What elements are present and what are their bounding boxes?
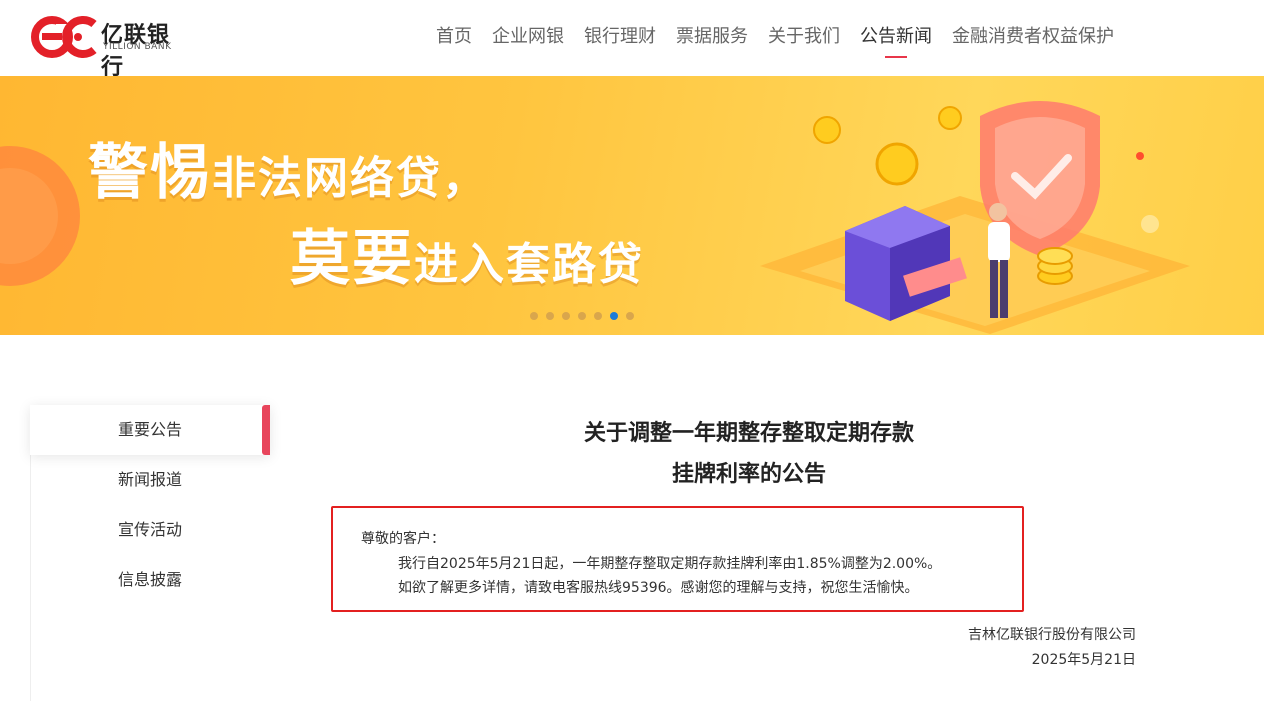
nav-about-us[interactable]: 关于我们 <box>768 0 840 76</box>
banner-line1-big: 警惕 <box>88 138 212 208</box>
carousel-dot[interactable] <box>594 312 602 320</box>
notice-greeting: 尊敬的客户： <box>361 531 445 547</box>
sidebar-item-promotions[interactable]: 宣传活动 <box>30 505 270 555</box>
article-title-line2: 挂牌利率的公告 <box>671 462 826 487</box>
signature-date: 2025年5月21日 <box>1031 652 1136 668</box>
bank-logo[interactable]: 亿联银行 YILLION BANK <box>30 14 190 80</box>
carousel-dot[interactable] <box>578 312 586 320</box>
sidebar-menu: 重要公告 新闻报道 宣传活动 信息披露 <box>30 405 270 605</box>
carousel-dot[interactable] <box>562 312 570 320</box>
banner-line1-small: 非法网络贷， <box>212 153 488 204</box>
logo-mark-icon <box>31 16 97 58</box>
nav-consumer-protection[interactable]: 金融消费者权益保护 <box>952 0 1114 76</box>
carousel-dots <box>530 312 642 320</box>
notice-paragraph-rate-change: 我行自2025年5月21日起，一年期整存整取定期存款挂牌利率由1.85%调整为2… <box>398 556 942 572</box>
site-header: 亿联银行 YILLION BANK 首页 企业网银 银行理财 票据服务 关于我们… <box>0 0 1264 80</box>
notice-paragraph-contact: 如欲了解更多详情，请致电客服热线95396。感谢您的理解与支持，祝您生活愉快。 <box>398 580 919 596</box>
banner-line2-small: 进入套路贷 <box>414 239 644 290</box>
nav-bill-services[interactable]: 票据服务 <box>676 0 748 76</box>
coin-icon <box>875 142 919 186</box>
nav-wealth-management[interactable]: 银行理财 <box>584 0 656 76</box>
main-nav: 首页 企业网银 银行理财 票据服务 关于我们 公告新闻 金融消费者权益保护 <box>436 0 1134 76</box>
article-title-line1: 关于调整一年期整存整取定期存款 <box>583 421 914 446</box>
carousel-dot[interactable] <box>626 312 634 320</box>
carousel-dot[interactable] <box>530 312 538 320</box>
highlighted-notice-box: 尊敬的客户： 我行自2025年5月21日起，一年期整存整取定期存款挂牌利率由1.… <box>331 506 1024 612</box>
nav-announcements-news[interactable]: 公告新闻 <box>860 0 932 76</box>
nav-home[interactable]: 首页 <box>436 0 472 76</box>
carousel-dot-active[interactable] <box>610 312 618 320</box>
banner-headline-line1: 警惕非法网络贷， <box>88 124 488 211</box>
logo-name-en: YILLION BANK <box>103 42 172 52</box>
banner-line2-big: 莫要 <box>290 224 414 294</box>
sidebar-item-important-notices[interactable]: 重要公告 <box>30 405 270 455</box>
signature-organization: 吉林亿联银行股份有限公司 <box>968 627 1136 643</box>
sidebar-item-disclosure[interactable]: 信息披露 <box>30 555 270 605</box>
nav-corporate-banking[interactable]: 企业网银 <box>492 0 564 76</box>
carousel-dot[interactable] <box>546 312 554 320</box>
banner-headline-line2: 莫要进入套路贷 <box>290 210 644 297</box>
sidebar-item-news-reports[interactable]: 新闻报道 <box>30 455 270 505</box>
hero-banner[interactable]: 警惕非法网络贷， 莫要进入套路贷 <box>0 76 1264 335</box>
